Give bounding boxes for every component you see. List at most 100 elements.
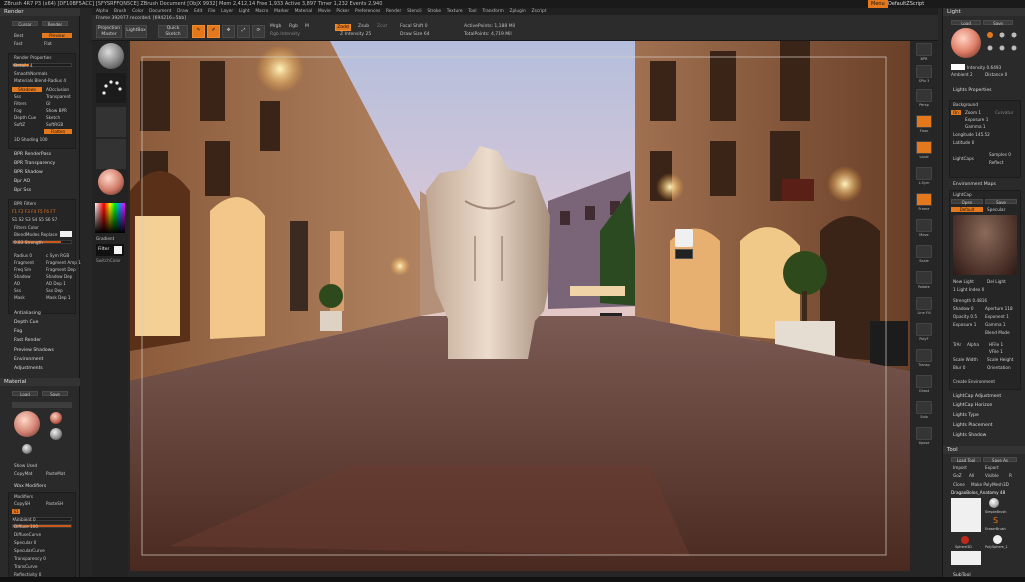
- orientation-slider[interactable]: Orientation: [987, 365, 1011, 370]
- 3d-shading-slider[interactable]: 3D Shading 100: [14, 137, 48, 142]
- filters-toggle[interactable]: Filters: [14, 101, 27, 106]
- fragment-amp-slider[interactable]: Fragment Amp 1: [46, 260, 81, 265]
- sss-dep-slider[interactable]: Sss Dep: [46, 288, 63, 293]
- sss-toggle[interactable]: Sss: [14, 94, 21, 99]
- lightcap-header[interactable]: LightCap: [953, 192, 972, 197]
- clone-button[interactable]: Clone: [953, 482, 965, 487]
- specular-slider[interactable]: Specular 0: [14, 540, 36, 545]
- fast-button[interactable]: Fast: [14, 41, 22, 46]
- scale-height-slider[interactable]: Scale Height: [987, 357, 1013, 362]
- menu-layer[interactable]: Layer: [221, 8, 233, 15]
- color-picker[interactable]: [95, 203, 125, 233]
- rgb-toggle[interactable]: Rgb: [289, 24, 298, 29]
- lights-type-menu[interactable]: Lights Type: [953, 413, 979, 418]
- exposure-slider[interactable]: Exposure 1: [965, 117, 988, 122]
- sss-toggle-2[interactable]: Sss: [14, 288, 21, 293]
- copymat-button[interactable]: CopyMat: [14, 471, 32, 476]
- aperture-slider[interactable]: Aperture 118: [985, 306, 1013, 311]
- shadow-slider-r[interactable]: Shadow 0: [953, 306, 974, 311]
- modifiers-header[interactable]: Modifiers: [14, 494, 33, 499]
- menu-zscript[interactable]: Zscript: [532, 8, 547, 15]
- spix-button[interactable]: [916, 65, 932, 78]
- r-button[interactable]: R: [1009, 473, 1012, 478]
- menu-render[interactable]: Render: [386, 8, 401, 15]
- stroke-thumbnail[interactable]: [96, 73, 126, 103]
- mrgb-toggle[interactable]: Mrgb: [270, 24, 281, 29]
- frame-button[interactable]: [916, 193, 932, 206]
- render-button[interactable]: Render: [42, 21, 68, 27]
- menu-alpha[interactable]: Alpha: [96, 8, 108, 15]
- gamma-slider-r[interactable]: Gamma 1: [985, 322, 1006, 327]
- fragment-toggle[interactable]: Fragment: [14, 260, 34, 265]
- current-tool-name[interactable]: DragaoBolos_Anatomy 48: [951, 490, 1005, 495]
- trar-toggle[interactable]: TrAr: [953, 342, 961, 347]
- focal-shift-slider[interactable]: Focal Shift 0: [400, 24, 428, 29]
- light-ambient-slider[interactable]: Ambient 2: [951, 72, 973, 77]
- menu-marker[interactable]: Marker: [274, 8, 289, 15]
- menu-material[interactable]: Material: [295, 8, 312, 15]
- bpr-filters-header[interactable]: BPR Filters: [14, 201, 36, 206]
- rotate-view-button[interactable]: [916, 271, 932, 284]
- shadow-toggle[interactable]: Shadow: [14, 274, 31, 279]
- shadows-toggle[interactable]: Shadows: [12, 87, 42, 92]
- light-slots[interactable]: [985, 30, 1019, 60]
- all-button[interactable]: All: [969, 473, 974, 478]
- transparency-slider[interactable]: Transparency 0: [14, 556, 46, 561]
- zsub-toggle[interactable]: Zsub: [358, 24, 369, 29]
- show-used-button[interactable]: Show Used: [14, 463, 37, 468]
- scale-view-button[interactable]: [916, 245, 932, 258]
- cursor-button[interactable]: Cursor: [12, 21, 38, 27]
- texture-thumbnail[interactable]: [96, 139, 126, 169]
- best-button[interactable]: Best: [14, 33, 23, 38]
- scale-button[interactable]: ⤢: [237, 25, 250, 38]
- polysphere-thumb[interactable]: [993, 535, 1002, 544]
- canvas-viewport[interactable]: [130, 41, 910, 571]
- lsym-button[interactable]: [916, 167, 932, 180]
- menu-document[interactable]: Document: [149, 8, 171, 15]
- menu-movie[interactable]: Movie: [318, 8, 331, 15]
- lightcap-horizon-menu[interactable]: LightCap Horizon: [953, 403, 992, 408]
- diffuse-curve[interactable]: DiffuseCurve: [14, 532, 41, 537]
- import-button[interactable]: Import: [953, 465, 967, 470]
- light-distance-slider[interactable]: Distance 0: [985, 72, 1007, 77]
- tool-palette-title[interactable]: Tool: [943, 446, 1025, 454]
- current-tool-thumbnail[interactable]: [951, 498, 981, 532]
- fragment-dep-slider[interactable]: Fragment Dep: [46, 267, 76, 272]
- light-intensity-slider[interactable]: Intensity 0.6493: [967, 65, 1001, 70]
- ghost-button[interactable]: [916, 375, 932, 388]
- alpha-thumbnail[interactable]: [96, 107, 126, 137]
- vfile-slider[interactable]: VFile 1: [989, 349, 1003, 354]
- antialiasing-menu[interactable]: Antialiasing: [14, 311, 41, 316]
- tool-thumb-small[interactable]: [951, 551, 981, 565]
- lights-properties-menu[interactable]: Lights Properties: [953, 88, 992, 93]
- lightcaps-toggle[interactable]: LightCaps: [953, 156, 974, 161]
- light-preview-sphere[interactable]: [951, 28, 981, 58]
- depth-cue-menu[interactable]: Depth Cue: [14, 320, 38, 325]
- environment-menu[interactable]: Environment: [14, 357, 43, 362]
- material-load-button[interactable]: Load: [12, 391, 38, 397]
- ao-toggle-2[interactable]: AO: [14, 281, 20, 286]
- background-header[interactable]: Background: [953, 102, 978, 107]
- samples-slider[interactable]: Samples 0: [989, 152, 1011, 157]
- copysh-button[interactable]: CopySH: [14, 501, 30, 506]
- lightcap-default-button[interactable]: Default: [951, 207, 983, 212]
- eraser-icon[interactable]: S: [993, 516, 998, 525]
- fog-menu[interactable]: Fog: [14, 329, 22, 334]
- wax-modifiers-menu[interactable]: Wax Modifiers: [14, 484, 46, 489]
- softz-toggle[interactable]: SoftZ: [14, 122, 25, 127]
- lightcap-specular-button[interactable]: Specular: [987, 207, 1005, 212]
- material-thumb-3[interactable]: [22, 444, 32, 454]
- light-save-button[interactable]: Save: [983, 20, 1013, 26]
- opacity-slider[interactable]: Opacity 0.5: [953, 314, 977, 319]
- hfile-slider[interactable]: HFile 1: [989, 342, 1003, 347]
- filter-color-swatch[interactable]: [60, 231, 72, 237]
- background-on-toggle[interactable]: On: [951, 110, 961, 115]
- m-toggle[interactable]: M: [305, 24, 309, 29]
- solo-button[interactable]: [916, 401, 932, 414]
- goz-button[interactable]: GoZ: [953, 473, 962, 478]
- alpha-toggle[interactable]: Alpha: [967, 342, 979, 347]
- transcurve[interactable]: TransCurve: [14, 564, 37, 569]
- flat-button[interactable]: Flat: [44, 41, 52, 46]
- load-tool-button[interactable]: Load Tool: [951, 457, 981, 463]
- freq-sm-slider[interactable]: Freq Sm: [14, 267, 31, 272]
